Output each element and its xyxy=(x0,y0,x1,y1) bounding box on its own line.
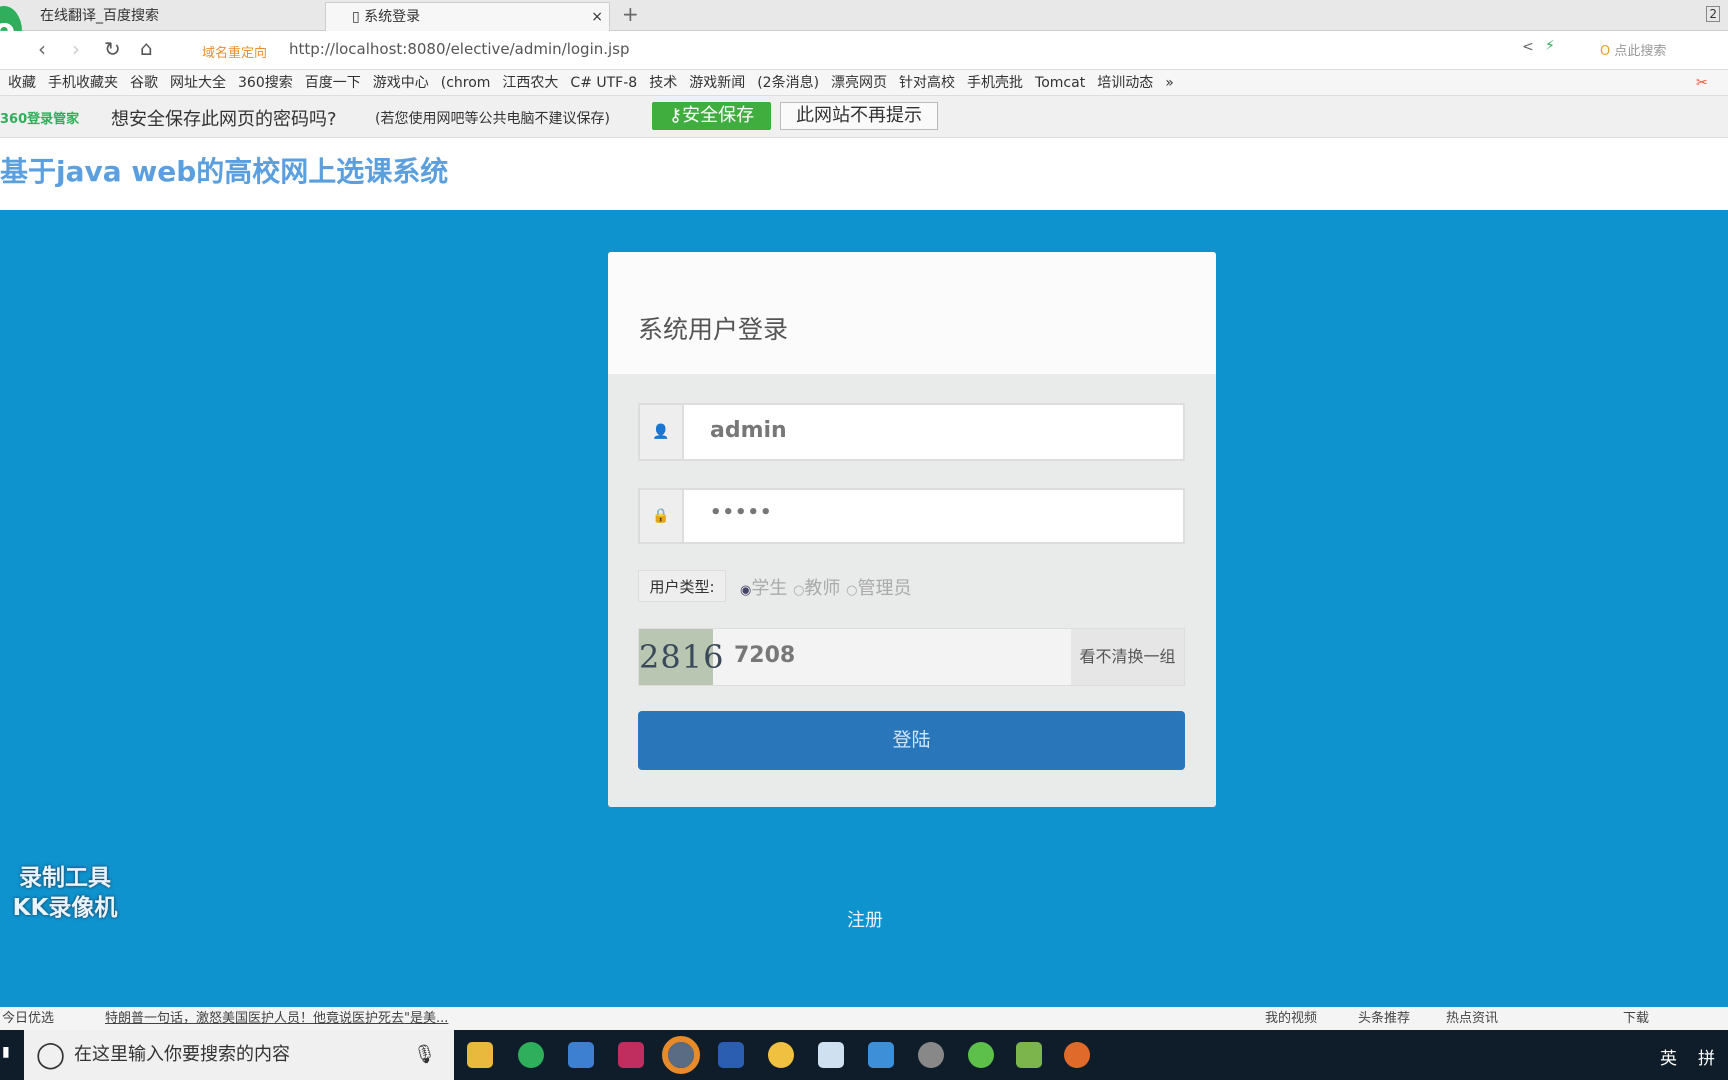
home-icon[interactable]: ⌂ xyxy=(140,36,153,60)
search-box[interactable]: O 点此搜索 xyxy=(1600,40,1666,59)
password-field[interactable]: 🔒 ••••• xyxy=(638,488,1185,544)
username-field[interactable]: 👤 admin xyxy=(638,403,1185,461)
captcha-group: 2816 7208 看不清换一组 xyxy=(638,628,1185,686)
forward-icon[interactable]: › xyxy=(72,37,80,61)
wechat-icon[interactable] xyxy=(968,1042,994,1068)
back-icon[interactable]: ‹ xyxy=(38,37,46,61)
bookmark[interactable]: 手机壳批 xyxy=(967,75,1023,91)
bookmark[interactable]: 手机收藏夹 xyxy=(48,75,118,91)
bookmark-overflow[interactable]: » xyxy=(1165,75,1174,91)
settings-icon[interactable] xyxy=(918,1042,944,1068)
radio-admin[interactable]: ○管理员 xyxy=(846,578,911,599)
bookmark[interactable]: C# UTF-8 xyxy=(570,75,637,91)
hot-news[interactable]: 热点资讯 xyxy=(1446,1007,1498,1030)
user-type-radio-group: ◉学生 ○教师 ○管理员 xyxy=(740,574,912,600)
radio-icon: ○ xyxy=(793,583,805,598)
bookmark[interactable]: 培训动态 xyxy=(1097,75,1153,91)
captcha-input[interactable]: 7208 xyxy=(734,643,795,668)
bookmark[interactable]: 技术 xyxy=(649,75,677,91)
bookmark[interactable]: 百度一下 xyxy=(305,75,361,91)
save-note: (若您使用网吧等公共电脑不建议保存) xyxy=(375,111,610,127)
taskbar: ▮ ◯ 在这里输入你要搜索的内容 🎙 英 拼 xyxy=(0,1030,1728,1080)
news-ticker[interactable]: 特朗普一句话，激怒美国医护人员！他竟说医护死去"是美... xyxy=(105,1007,448,1030)
today-picks[interactable]: 今日优选 xyxy=(2,1007,54,1030)
recorder-watermark: 录制工具 KK录像机 xyxy=(12,865,118,921)
url-input[interactable]: http://localhost:8080/elective/admin/log… xyxy=(289,40,630,58)
bookmark[interactable]: (2条消息) xyxy=(757,75,819,91)
bookmark[interactable]: 谷歌 xyxy=(130,75,158,91)
cortana-icon: ◯ xyxy=(36,1040,66,1070)
mic-icon[interactable]: 🎙 xyxy=(413,1030,436,1080)
radio-teacher[interactable]: ○教师 xyxy=(793,578,840,599)
redirect-label: 域名重定向 xyxy=(202,46,268,61)
bookmark[interactable]: 游戏新闻 xyxy=(689,75,745,91)
taskbar-search[interactable]: ◯ 在这里输入你要搜索的内容 🎙 xyxy=(24,1030,454,1080)
tab-bar: 在线翻译_百度搜索 ▯ 系统登录 × + 2 xyxy=(0,0,1728,31)
login-button[interactable]: 登陆 xyxy=(638,711,1185,770)
password-input[interactable]: ••••• xyxy=(710,502,773,523)
share-icon[interactable]: < xyxy=(1522,39,1534,55)
key-icon: ⚷ xyxy=(668,105,683,126)
start-icon[interactable]: ▮ xyxy=(2,1044,10,1060)
lock-icon: 🔒 xyxy=(640,490,684,542)
photos-icon[interactable] xyxy=(868,1042,894,1068)
close-tab-icon[interactable]: × xyxy=(591,3,603,32)
save-password-button[interactable]: ⚷安全保存 xyxy=(652,102,771,130)
login-card: 系统用户登录 👤 admin 🔒 ••••• 用户类型: ◉学生 ○教师 ○管理… xyxy=(608,252,1216,807)
bookmark[interactable]: 360搜索 xyxy=(238,75,293,91)
window-app-icon[interactable] xyxy=(568,1042,594,1068)
app-icon-orange[interactable] xyxy=(1064,1042,1090,1068)
user-type-label: 用户类型: xyxy=(638,570,726,602)
password-manager-brand: 360登录管家 xyxy=(0,112,80,127)
bookmark[interactable]: 针对高校 xyxy=(899,75,955,91)
card-title: 系统用户登录 xyxy=(638,315,789,344)
bookmark[interactable]: (chrom xyxy=(441,75,491,91)
downloads[interactable]: 下载 xyxy=(1623,1007,1649,1030)
tab-count[interactable]: 2 xyxy=(1706,6,1720,22)
file-explorer-icon[interactable] xyxy=(467,1042,493,1068)
app-icon[interactable] xyxy=(768,1042,794,1068)
bookmark[interactable]: 漂亮网页 xyxy=(831,75,887,91)
headline-recommend[interactable]: 头条推荐 xyxy=(1358,1007,1410,1030)
captcha-image[interactable]: 2816 xyxy=(639,629,723,685)
bookmark[interactable]: 收藏 xyxy=(8,75,36,91)
browser-360-icon[interactable] xyxy=(518,1042,544,1068)
recorder-app-icon[interactable] xyxy=(662,1036,700,1074)
intellij-icon[interactable] xyxy=(618,1042,644,1068)
radio-icon: ○ xyxy=(846,583,858,598)
register-link[interactable]: 注册 xyxy=(847,906,883,932)
tab-login[interactable]: ▯ 系统登录 × xyxy=(325,2,610,31)
radio-checked-icon: ◉ xyxy=(740,583,752,598)
bookmark[interactable]: 江西农大 xyxy=(502,75,558,91)
scissors-icon[interactable]: ✂ xyxy=(1696,70,1708,95)
page-icon: ▯ xyxy=(352,9,365,25)
status-bar: 今日优选 特朗普一句话，激怒美国医护人员！他竟说医护死去"是美... 我的视频 … xyxy=(0,1007,1728,1030)
ime-english[interactable]: 英 xyxy=(1660,1044,1677,1069)
username-input[interactable]: admin xyxy=(710,418,787,443)
captcha-refresh-button[interactable]: 看不清换一组 xyxy=(1071,629,1184,685)
address-bar: ‹ › ↻ ⌂ 域名重定向 http://localhost:8080/elec… xyxy=(0,31,1728,70)
new-tab-button[interactable]: + xyxy=(622,2,639,26)
bookmark[interactable]: Tomcat xyxy=(1035,75,1085,91)
my-videos[interactable]: 我的视频 xyxy=(1265,1007,1317,1030)
tab-baidu-translate[interactable]: 在线翻译_百度搜索 xyxy=(0,2,325,31)
ime-pinyin[interactable]: 拼 xyxy=(1698,1044,1715,1069)
never-remind-button[interactable]: 此网站不再提示 xyxy=(780,102,938,130)
word-icon[interactable] xyxy=(718,1042,744,1068)
password-save-bar: 360登录管家 想安全保存此网页的密码吗? (若您使用网吧等公共电脑不建议保存)… xyxy=(0,96,1728,138)
search-icon: O xyxy=(1600,44,1611,59)
notepad-icon[interactable] xyxy=(1016,1042,1042,1068)
document-icon[interactable] xyxy=(818,1042,844,1068)
reload-icon[interactable]: ↻ xyxy=(104,37,121,61)
bookmark[interactable]: 游戏中心 xyxy=(373,75,429,91)
site-title: 基于java web的高校网上选课系统 xyxy=(0,155,449,188)
user-icon: 👤 xyxy=(640,405,684,459)
save-question: 想安全保存此网页的密码吗? xyxy=(111,109,337,130)
bookmarks-bar: 收藏 手机收藏夹 谷歌 网址大全 360搜索 百度一下 游戏中心 (chrom 江西农大 C# U… xyxy=(0,70,1728,96)
bookmark[interactable]: 网址大全 xyxy=(170,75,226,91)
radio-student[interactable]: ◉学生 xyxy=(740,578,787,599)
lightning-icon[interactable]: ⚡ xyxy=(1545,38,1555,54)
